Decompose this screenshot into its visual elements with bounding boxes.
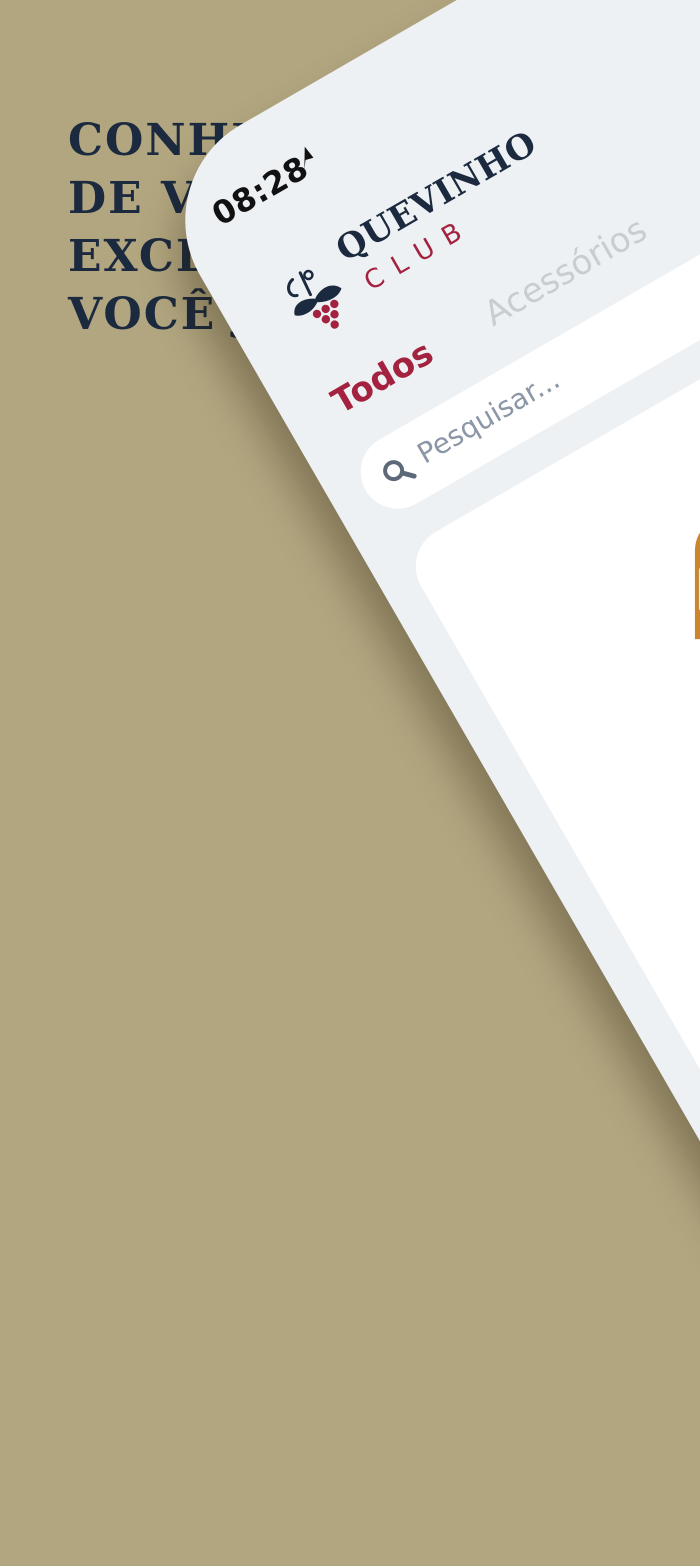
- search-icon: [383, 460, 417, 482]
- phone-mockup: 08:28 QUEVINHO CLUB Todos Acessórios C P…: [145, 0, 700, 1566]
- tab-todos[interactable]: Todos: [325, 333, 440, 423]
- wine-bottle-icon: [694, 499, 700, 640]
- search-placeholder: Pesquisar...: [411, 362, 566, 471]
- tab-partial[interactable]: C: [696, 162, 700, 209]
